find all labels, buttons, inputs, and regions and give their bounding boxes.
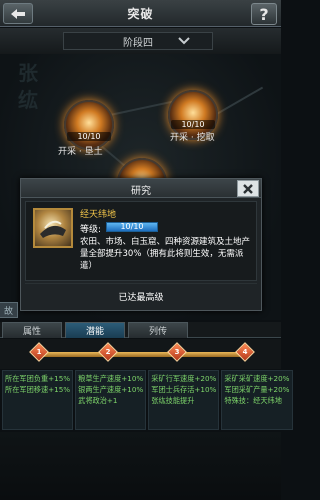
stage-row: 阶段四 xyxy=(0,28,281,54)
marker-number: 1 xyxy=(36,348,42,356)
help-button[interactable]: ? xyxy=(251,3,277,25)
level-label: 等级: xyxy=(80,225,102,235)
marker-number: 4 xyxy=(242,348,248,356)
level-value: 10/10 xyxy=(120,222,144,231)
effect-column: 采矿行军速度+20% 军团士兵存活+10% 张纮技能提升 xyxy=(148,370,220,430)
marker-number: 3 xyxy=(174,348,180,356)
deco-char: 张 xyxy=(18,61,38,85)
effect-column: 所在军团负重+15% 所在军团移速+15% xyxy=(2,370,74,430)
close-button[interactable] xyxy=(237,180,259,197)
skill-description: 农田、市场、白玉窟、四种资源建筑及土地产量全部提升30%（拥有此将则生效，无需派… xyxy=(80,237,251,271)
track-bar xyxy=(36,352,246,357)
node-count: 10/10 xyxy=(171,120,215,129)
effect-text: 粮草生产速度+10% xyxy=(78,374,144,383)
deco-char: 纮 xyxy=(18,88,38,112)
effects-panel: 所在军团负重+15% 所在军团移速+15% 粮草生产速度+10% 银两生产速度+… xyxy=(2,370,293,430)
node-name: 开采 · 挖取 xyxy=(170,133,215,143)
node-name: 开采 · 垦土 xyxy=(58,147,103,157)
track-marker[interactable]: 3 xyxy=(167,342,187,362)
tab-biography[interactable]: 列传 xyxy=(128,322,188,338)
effect-text: 所在军团负重+15% xyxy=(5,374,71,383)
effect-text: 采矿行军速度+20% xyxy=(151,374,217,383)
skill-name: 经天纬地 xyxy=(80,210,117,220)
research-modal: 研究 经天纬地 等级: 10/10 农田、市场、白玉窟、四种资源建筑及土地产量全… xyxy=(20,178,262,311)
effect-text: 所在军团移速+15% xyxy=(5,385,71,394)
effect-text: 银两生产速度+10% xyxy=(78,385,144,394)
potential-track: 1 2 3 4 xyxy=(0,339,281,369)
tree-link xyxy=(214,86,264,116)
side-tab[interactable]: 故 xyxy=(0,302,18,318)
close-icon xyxy=(243,183,253,194)
track-marker[interactable]: 2 xyxy=(98,342,118,362)
effect-text: 采矿采矿速度+20% xyxy=(224,374,290,383)
tab-potential[interactable]: 潜能 xyxy=(65,322,125,338)
max-level-status: 已达最高级 xyxy=(25,283,257,308)
modal-header: 研究 xyxy=(21,179,261,198)
effect-text: 特殊技：经天纬地 xyxy=(224,396,282,405)
modal-body: 经天纬地 等级: 10/10 农田、市场、白玉窟、四种资源建筑及土地产量全部提升… xyxy=(25,201,257,281)
track-marker[interactable]: 1 xyxy=(29,342,49,362)
marker-number: 2 xyxy=(105,348,111,356)
page-title: 突破 xyxy=(127,7,154,21)
effect-text: 张纮技能提升 xyxy=(151,396,195,405)
effect-text: 军团采矿产量+20% xyxy=(224,385,290,394)
level-progress-bar: 10/10 xyxy=(106,222,158,232)
stage-dropdown[interactable]: 阶段四 xyxy=(63,32,213,50)
top-bar: 突破 ? xyxy=(0,0,281,27)
stage-label: 阶段四 xyxy=(123,37,153,49)
bottom-background xyxy=(0,432,281,500)
effect-column: 采矿采矿速度+20% 军团采矿产量+20% 特殊技：经天纬地 xyxy=(221,370,293,430)
tab-attributes[interactable]: 属性 xyxy=(2,322,62,338)
track-marker[interactable]: 4 xyxy=(235,342,255,362)
effect-text: 武将政治+1 xyxy=(78,396,118,405)
tree-node[interactable] xyxy=(64,100,114,150)
effect-text: 军团士兵存活+10% xyxy=(151,385,217,394)
effect-column: 粮草生产速度+10% 银两生产速度+10% 武将政治+1 xyxy=(75,370,147,430)
skill-icon xyxy=(33,208,73,248)
chevron-down-icon xyxy=(178,37,190,45)
node-count: 10/10 xyxy=(67,132,111,141)
modal-title: 研究 xyxy=(131,186,151,197)
hat-icon xyxy=(40,220,66,238)
tab-bar: 属性 潜能 列传 xyxy=(0,322,281,338)
